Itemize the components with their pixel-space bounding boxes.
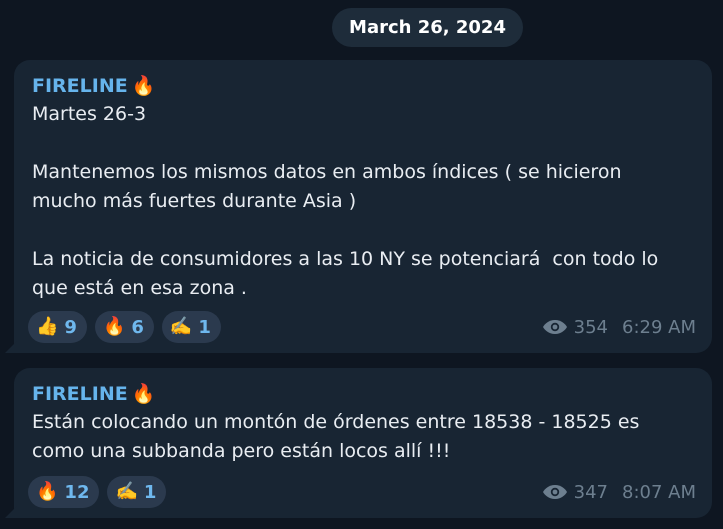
view-count: 354 bbox=[573, 316, 608, 338]
writing-hand-icon: ✍️ bbox=[115, 481, 138, 502]
message-text: Martes 26-3 Mantenemos los mismos datos … bbox=[32, 103, 659, 299]
sender-name[interactable]: FIRELINE 🔥 bbox=[32, 72, 694, 100]
message-bubble[interactable]: FIRELINE 🔥 Martes 26-3 Mantenemos los mi… bbox=[5, 60, 712, 353]
eye-icon bbox=[542, 485, 567, 499]
reactions-row: 👍 9 🔥 6 ✍️ 1 bbox=[28, 311, 221, 343]
message-text: Están colocando un montón de órdenes ent… bbox=[32, 411, 646, 462]
reactions-row: 🔥 12 ✍️ 1 bbox=[28, 476, 167, 508]
view-count: 347 bbox=[573, 481, 608, 503]
eye-icon bbox=[542, 320, 567, 334]
message-footer: 🔥 12 ✍️ 1 347 8:07 AM bbox=[28, 476, 696, 508]
message-bubble[interactable]: FIRELINE 🔥 Están colocando un montón de … bbox=[5, 368, 712, 518]
reaction-writing-hand[interactable]: ✍️ 1 bbox=[161, 311, 221, 343]
message-meta: 347 8:07 AM bbox=[542, 482, 696, 503]
reaction-count: 12 bbox=[64, 481, 90, 503]
message-time: 6:29 AM bbox=[622, 316, 696, 338]
thumbs-up-icon: 👍 bbox=[36, 316, 59, 337]
reaction-writing-hand[interactable]: ✍️ 1 bbox=[107, 476, 167, 508]
reaction-count: 1 bbox=[143, 481, 157, 503]
sender-label: FIRELINE bbox=[32, 383, 128, 405]
reaction-fire[interactable]: 🔥 12 bbox=[28, 476, 100, 508]
fire-icon: 🔥 bbox=[36, 481, 59, 502]
bubble-tail bbox=[5, 506, 17, 518]
sender-name[interactable]: FIRELINE 🔥 bbox=[32, 380, 694, 408]
message-time: 8:07 AM bbox=[622, 481, 696, 503]
reaction-thumbs-up[interactable]: 👍 9 bbox=[28, 311, 87, 343]
fire-icon: 🔥 bbox=[131, 75, 156, 97]
fire-icon: 🔥 bbox=[131, 383, 156, 405]
writing-hand-icon: ✍️ bbox=[169, 316, 193, 337]
reaction-count: 9 bbox=[64, 316, 77, 338]
date-label: March 26, 2024 bbox=[349, 17, 506, 38]
message-meta: 354 6:29 AM bbox=[542, 317, 696, 338]
message-footer: 👍 9 🔥 6 ✍️ 1 354 6:29 AM bbox=[28, 311, 696, 343]
reaction-fire[interactable]: 🔥 6 bbox=[94, 311, 154, 343]
reaction-count: 6 bbox=[131, 316, 144, 338]
bubble-tail bbox=[5, 341, 17, 353]
sender-label: FIRELINE bbox=[32, 75, 128, 97]
date-separator: March 26, 2024 bbox=[332, 8, 523, 47]
fire-icon: 🔥 bbox=[102, 316, 126, 337]
reaction-count: 1 bbox=[198, 316, 211, 338]
